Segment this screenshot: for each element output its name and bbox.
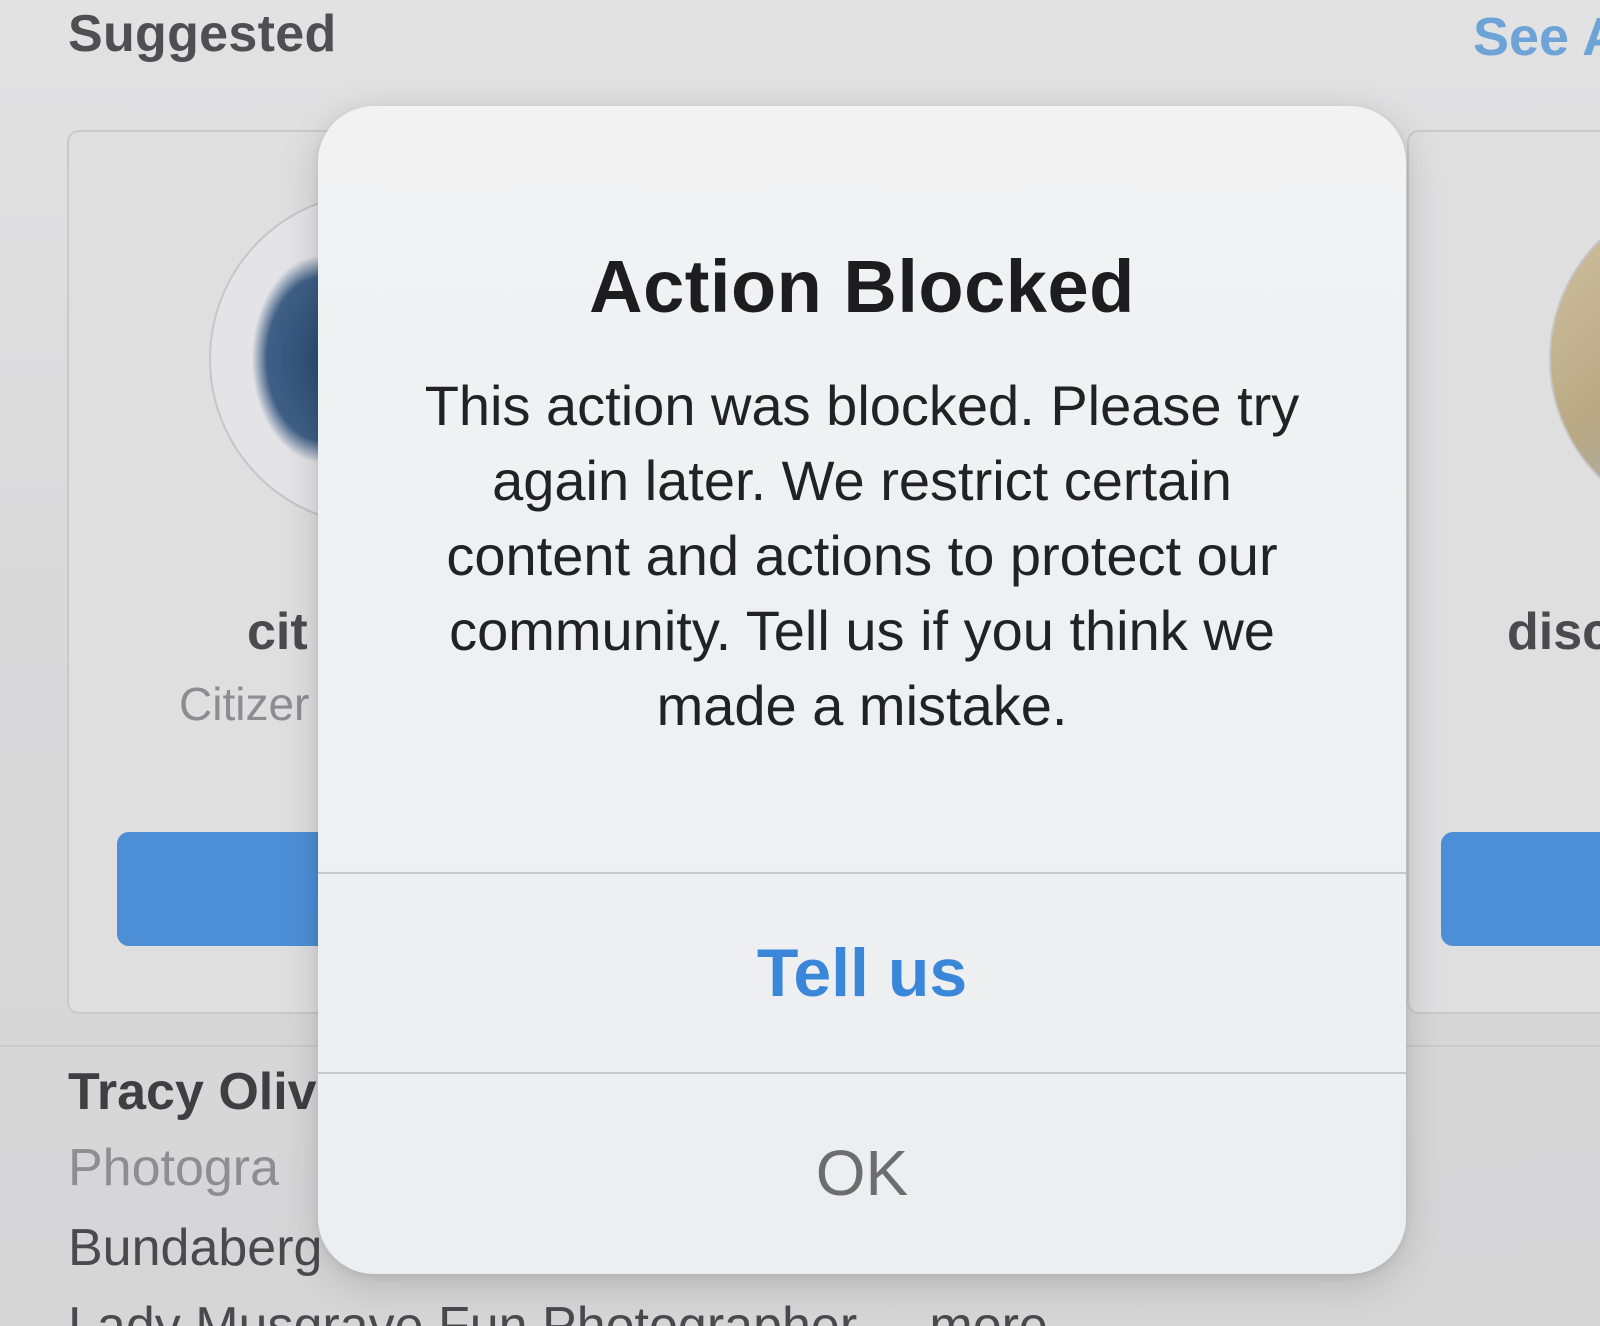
suggested-username[interactable]: cit [247,602,308,662]
follow-button[interactable] [1441,832,1600,946]
suggested-username[interactable]: disc [1507,602,1600,662]
dialog-message: This action was blocked. Please try agai… [424,374,1300,737]
profile-display-name: Tracy Oliv [68,1063,317,1121]
suggested-card[interactable]: disc [1407,130,1600,1014]
action-blocked-dialog: Action Blocked This action was blocked. … [318,106,1406,1274]
avatar[interactable] [1549,192,1600,526]
profile-photo [1551,194,1600,524]
suggested-fullname: Citizer [179,678,310,730]
suggested-heading: Suggested [68,5,337,63]
profile-page: Suggested See A cit Citizer disc Tracy O… [0,0,1600,1326]
ok-button[interactable]: OK [318,1074,1406,1272]
profile-bio: Lady Musgrave Fun Photographer ... more [68,1297,1048,1326]
profile-location: Bundaberg [68,1219,323,1277]
tell-us-button[interactable]: Tell us [318,874,1406,1072]
see-all-link[interactable]: See A [1473,6,1600,68]
profile-category: Photogra [68,1139,280,1197]
dialog-title: Action Blocked [589,245,1135,328]
